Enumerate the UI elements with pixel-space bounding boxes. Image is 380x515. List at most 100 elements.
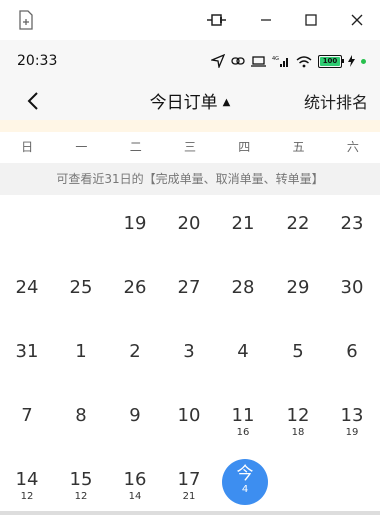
day-order-count: 12 — [74, 491, 88, 502]
notification-dot — [361, 58, 366, 64]
window-title-bar — [0, 0, 380, 40]
calendar-day[interactable]: 12 18 — [271, 387, 325, 443]
calendar-day[interactable]: 5 — [271, 323, 325, 379]
day-order-count: 19 — [345, 427, 359, 438]
weekday-label: 五 — [292, 140, 305, 154]
info-banner: 可查看近31日的【完成单量、取消单量、转单量】 — [0, 163, 380, 195]
day-number: 17 — [177, 469, 201, 490]
day-number: 6 — [346, 341, 358, 362]
calendar-day[interactable]: 13 19 — [325, 387, 379, 443]
day-number: 24 — [15, 277, 39, 298]
day-number: 8 — [75, 405, 87, 426]
day-number: 5 — [292, 341, 304, 362]
link-icon — [231, 57, 245, 65]
day-number: 10 — [177, 405, 201, 426]
calendar-day[interactable]: 10 — [162, 387, 216, 443]
day-number: 28 — [231, 277, 255, 298]
weekday-label: 二 — [129, 140, 142, 154]
calendar-day[interactable]: 9 — [108, 387, 162, 443]
status-time: 20:33 — [17, 53, 58, 69]
day-number: 26 — [123, 277, 147, 298]
calendar-day[interactable]: 14 12 — [0, 451, 54, 507]
day-order-count: 12 — [20, 491, 34, 502]
new-window-icon[interactable] — [12, 6, 40, 34]
day-number: 19 — [123, 213, 147, 234]
signal-icon: 4G — [272, 56, 288, 67]
calendar-day[interactable]: 27 — [162, 259, 216, 315]
weekday-label: 日 — [21, 140, 34, 154]
day-number: 23 — [340, 213, 364, 234]
network-label: 4G — [272, 56, 279, 62]
day-order-count: 16 — [236, 427, 250, 438]
stats-ranking-link[interactable]: 统计排名 — [304, 89, 368, 113]
calendar-day[interactable]: 1 — [54, 323, 108, 379]
status-bar: 20:33 4G 100 — [0, 40, 380, 82]
calendar-day[interactable]: 23 — [325, 195, 379, 251]
day-number: 3 — [183, 341, 195, 362]
calendar-day[interactable]: 21 — [216, 195, 270, 251]
calendar-day[interactable]: 22 — [271, 195, 325, 251]
today-button[interactable]: 今 4 — [222, 459, 268, 505]
maximize-icon[interactable] — [297, 6, 325, 34]
calendar-day[interactable]: 26 — [108, 259, 162, 315]
day-number: 27 — [177, 277, 201, 298]
calendar-grid: 19 20 21 22 23 24 25 26 27 28 29 30 31 1… — [0, 195, 380, 515]
calendar-day[interactable]: 4 — [216, 323, 270, 379]
laptop-icon — [251, 55, 266, 67]
day-number: 12 — [286, 405, 310, 426]
calendar-day[interactable]: 6 — [325, 323, 379, 379]
pin-icon[interactable] — [203, 6, 231, 34]
minimize-icon[interactable] — [252, 6, 280, 34]
day-number: 2 — [129, 341, 141, 362]
day-number: 7 — [21, 405, 33, 426]
day-order-count: 14 — [128, 491, 142, 502]
day-number: 22 — [286, 213, 310, 234]
day-number: 13 — [340, 405, 364, 426]
calendar-day[interactable]: 28 — [216, 259, 270, 315]
day-number: 9 — [129, 405, 141, 426]
calendar-day[interactable]: 8 — [54, 387, 108, 443]
notice-strip — [0, 120, 380, 132]
calendar-day[interactable]: 20 — [162, 195, 216, 251]
location-icon — [211, 54, 225, 68]
calendar-day[interactable]: 15 12 — [54, 451, 108, 507]
day-order-count: 21 — [182, 491, 196, 502]
close-icon[interactable] — [343, 6, 371, 34]
calendar-day[interactable]: 7 — [0, 387, 54, 443]
charging-icon — [348, 55, 355, 67]
caret-up-icon: ▲ — [222, 97, 231, 108]
weekday-label: 三 — [183, 140, 196, 154]
calendar-day[interactable]: 30 — [325, 259, 379, 315]
day-number: 21 — [231, 213, 255, 234]
calendar-day[interactable]: 19 — [108, 195, 162, 251]
day-number: 4 — [237, 341, 249, 362]
status-icons: 4G 100 — [211, 54, 366, 68]
calendar-day[interactable]: 11 16 — [216, 387, 270, 443]
day-number: 11 — [231, 405, 255, 426]
weekday-label: 一 — [75, 140, 88, 154]
calendar-day[interactable]: 24 — [0, 259, 54, 315]
calendar-day[interactable]: 29 — [271, 259, 325, 315]
weekday-header: 日 一 二 三 四 五 六 — [0, 132, 380, 162]
calendar-day[interactable]: 31 — [0, 323, 54, 379]
day-number: 15 — [69, 469, 93, 490]
calendar-day[interactable]: 25 — [54, 259, 108, 315]
day-number: 20 — [177, 213, 201, 234]
battery-level: 100 — [322, 57, 338, 65]
page-title: 今日订单 — [149, 93, 218, 113]
calendar-day[interactable]: 3 — [162, 323, 216, 379]
day-number: 31 — [15, 341, 39, 362]
calendar-day[interactable]: 17 21 — [162, 451, 216, 507]
wifi-icon — [296, 55, 312, 67]
today-order-count: 4 — [241, 484, 249, 495]
bottom-divider — [0, 511, 380, 515]
weekday-label: 四 — [238, 140, 251, 154]
day-number: 1 — [75, 341, 87, 362]
day-number: 29 — [286, 277, 310, 298]
calendar-day[interactable]: 16 14 — [108, 451, 162, 507]
day-number: 30 — [340, 277, 364, 298]
day-order-count: 18 — [291, 427, 305, 438]
battery-icon: 100 — [318, 54, 344, 68]
weekday-label: 六 — [346, 140, 359, 154]
calendar-day[interactable]: 2 — [108, 323, 162, 379]
